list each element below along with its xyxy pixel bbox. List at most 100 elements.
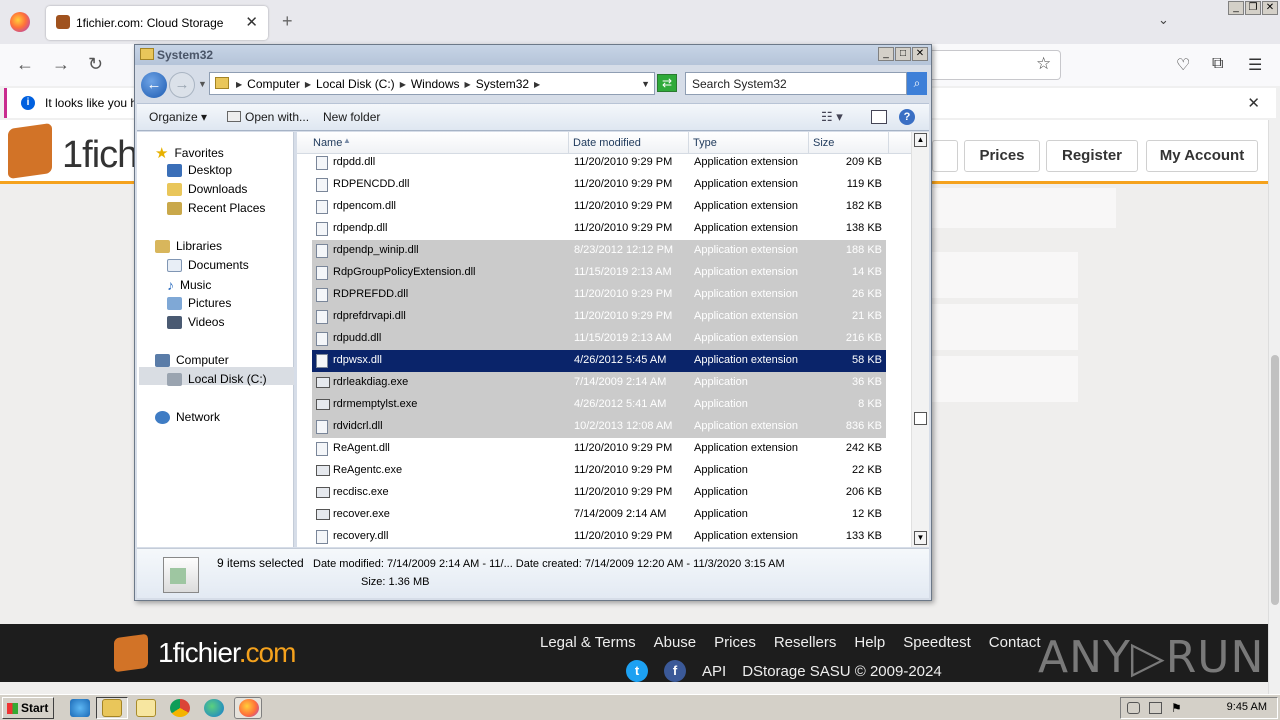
nav-libraries[interactable]: Libraries [155,239,222,253]
crumb-arrow-icon[interactable]: ▶ [400,77,406,91]
crumb-computer[interactable]: Computer [247,77,300,91]
menu-icon[interactable]: ☰ [1248,55,1262,75]
organize-button[interactable]: Organize ▾ [149,110,207,124]
site-nav-register[interactable]: Register [1046,140,1138,172]
new-tab-button[interactable]: + [282,11,293,32]
ie-icon[interactable] [70,699,90,717]
nav-local-disk[interactable]: Local Disk (C:) [167,372,267,386]
column-divider[interactable] [888,132,889,154]
file-row[interactable]: recdisc.exe 11/20/2010 9:29 PM Application… [312,482,886,504]
address-dropdown-icon[interactable]: ▼ [641,79,650,89]
pocket-icon[interactable]: ♡ [1176,55,1190,75]
site-nav-prices[interactable]: Prices [964,140,1040,172]
footer-link-prices[interactable]: Prices [714,634,756,651]
footer-link-legal[interactable]: Legal & Terms [540,634,636,651]
tab-list-chevron-icon[interactable]: ⌄ [1158,12,1169,28]
firefox-icon[interactable] [10,12,30,32]
file-list-scroll-thumb[interactable] [914,412,927,425]
address-bar[interactable]: ▶ Computer ▶ Local Disk (C:) ▶ Windows ▶… [209,72,655,95]
crumb-local-disk[interactable]: Local Disk (C:) [316,77,395,91]
action-center-flag-icon[interactable]: ⚑ [1171,702,1184,714]
help-icon[interactable]: ? [899,109,915,125]
nav-pictures[interactable]: Pictures [167,296,231,310]
nav-documents[interactable]: Documents [167,258,249,272]
explorer-close-button[interactable]: ✕ [912,47,928,61]
footer-link-help[interactable]: Help [854,634,885,651]
media-player-icon[interactable] [136,699,156,717]
crumb-system32[interactable]: System32 [476,77,529,91]
notification-close-icon[interactable]: ✕ [1247,94,1260,112]
column-divider[interactable] [568,132,569,154]
footer-link-speedtest[interactable]: Speedtest [903,634,971,651]
footer-logo-text[interactable]: 1fichier.com [158,637,296,669]
scroll-up-icon[interactable]: ▲ [914,133,927,147]
column-divider[interactable] [808,132,809,154]
footer-link-api[interactable]: API [702,663,726,680]
file-row[interactable]: rdrleakdiag.exe 7/14/2009 2:14 AM Applicat… [312,372,886,394]
footer-link-abuse[interactable]: Abuse [654,634,697,651]
minimize-button[interactable]: _ [1228,1,1244,15]
edge-icon[interactable] [204,699,224,717]
change-view-icon[interactable]: ☷ ▾ [821,109,843,125]
column-name[interactable]: Name [313,137,342,149]
site-nav-my-account[interactable]: My Account [1146,140,1258,172]
column-type[interactable]: Type [693,137,717,149]
column-size[interactable]: Size [813,137,834,149]
open-with-button[interactable]: Open with... [227,110,309,124]
crumb-arrow-icon[interactable]: ▶ [534,77,540,91]
file-row[interactable]: RDPENCDD.dll 11/20/2010 9:29 PM Applicatio… [312,174,886,196]
file-row[interactable]: rdpendp.dll 11/20/2010 9:29 PM Application… [312,218,886,240]
file-row[interactable]: recovery.dll 11/20/2010 9:29 PM Applicatio… [312,526,886,547]
nav-downloads[interactable]: Downloads [167,182,247,196]
file-row[interactable]: rdrmemptylst.exe 4/26/2012 5:41 AM Applica… [312,394,886,416]
nav-desktop[interactable]: Desktop [167,163,232,177]
footer-link-resellers[interactable]: Resellers [774,634,837,651]
extensions-icon[interactable]: ⧉ [1212,55,1223,73]
forward-button[interactable]: → [52,54,70,75]
tab-close-icon[interactable]: ✕ [245,13,258,31]
file-row[interactable]: rdpencom.dll 11/20/2010 9:29 PM Applicatio… [312,196,886,218]
back-button[interactable]: ← [16,54,34,75]
search-icon[interactable]: ⌕ [907,72,927,95]
explorer-minimize-button[interactable]: _ [878,47,894,61]
refresh-icon[interactable]: ⇄ [657,74,677,92]
column-divider[interactable] [688,132,689,154]
explorer-titlebar[interactable]: System32 _ □ ✕ [135,45,931,65]
network-tray-icon[interactable] [1149,702,1162,714]
explorer-forward-button[interactable]: → [169,72,195,98]
file-row[interactable]: rdprefdrvapi.dll 11/20/2010 9:29 PM Applic… [312,306,886,328]
start-button[interactable]: Start [2,697,54,719]
nav-recent-places[interactable]: Recent Places [167,201,265,215]
preview-pane-icon[interactable] [871,110,887,124]
crumb-windows[interactable]: Windows [411,77,460,91]
search-input[interactable]: Search System32 [685,72,907,95]
chrome-icon[interactable] [170,699,190,717]
file-row[interactable]: RdpGroupPolicyExtension.dll 11/15/2019 2:… [312,262,886,284]
crumb-arrow-icon[interactable]: ▶ [236,77,242,91]
file-row[interactable]: rdpendp_winip.dll 8/23/2012 12:12 PM Appli… [312,240,886,262]
site-logo-text[interactable]: 1fich [62,134,138,177]
site-nav-partial[interactable] [932,140,958,172]
crumb-arrow-icon[interactable]: ▶ [305,77,311,91]
site-logo-icon[interactable] [8,122,52,180]
crumb-arrow-icon[interactable]: ▶ [465,77,471,91]
close-button[interactable]: ✕ [1262,1,1278,15]
volume-icon[interactable] [1127,702,1140,714]
column-date-modified[interactable]: Date modified [573,137,641,149]
new-folder-button[interactable]: New folder [323,110,380,124]
file-row[interactable]: rdpdd.dll 11/20/2010 9:29 PM Application e… [312,152,886,174]
twitter-icon[interactable]: t [626,660,648,682]
recent-pages-chevron-icon[interactable]: ▼ [198,79,207,89]
browser-tab[interactable]: 1fichier.com: Cloud Storage ✕ [46,6,268,40]
page-scrollbar-thumb[interactable] [1271,355,1279,605]
footer-link-contact[interactable]: Contact [989,634,1041,651]
nav-videos[interactable]: Videos [167,315,224,329]
file-row[interactable]: ReAgentc.exe 11/20/2010 9:29 PM Applicatio… [312,460,886,482]
file-row[interactable]: RDPREFDD.dll 11/20/2010 9:29 PM Applicatio… [312,284,886,306]
restore-button[interactable]: ❐ [1245,1,1261,15]
file-row[interactable]: recover.exe 7/14/2009 2:14 AM Application 1… [312,504,886,526]
nav-favorites[interactable]: ★ Favorites [155,144,224,162]
clock[interactable]: 9:45 AM [1227,701,1267,713]
scroll-down-icon[interactable]: ▼ [914,531,927,545]
reload-button[interactable]: ↻ [88,54,103,75]
